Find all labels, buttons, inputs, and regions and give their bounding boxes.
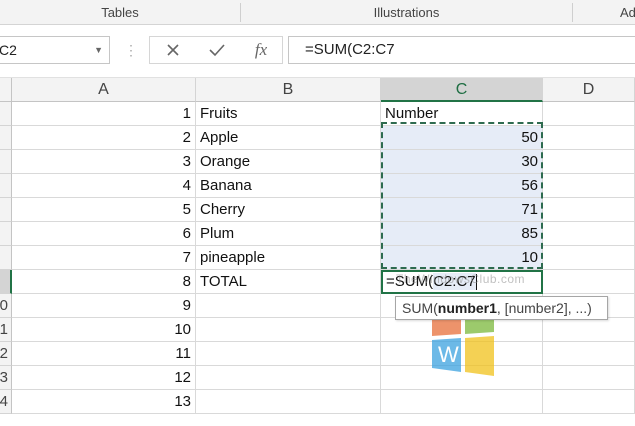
- cell-b[interactable]: [196, 318, 381, 342]
- row-header[interactable]: [0, 174, 12, 198]
- cell-a[interactable]: 8: [12, 270, 196, 294]
- cell-b[interactable]: Banana: [196, 174, 381, 198]
- cell-d[interactable]: [543, 318, 635, 342]
- cell-c[interactable]: 56: [381, 174, 543, 198]
- cell-c[interactable]: 30: [381, 150, 543, 174]
- formula-input[interactable]: =SUM(C2:C7: [288, 36, 635, 64]
- close-icon[interactable]: [156, 37, 190, 63]
- cell-a[interactable]: 13: [12, 390, 196, 414]
- cell-d[interactable]: [543, 102, 635, 126]
- cell-a[interactable]: 10: [12, 318, 196, 342]
- ribbon-group-labels: Tables Illustrations Ad: [0, 0, 635, 25]
- column-header-c[interactable]: C: [381, 78, 543, 102]
- row-header[interactable]: 3: [0, 366, 12, 390]
- drag-handle-icon[interactable]: ⋮: [124, 42, 138, 59]
- cell-a[interactable]: 12: [12, 366, 196, 390]
- row-header[interactable]: [0, 222, 12, 246]
- row-header[interactable]: 0: [0, 294, 12, 318]
- cell-d[interactable]: [543, 150, 635, 174]
- row-header[interactable]: [0, 126, 12, 150]
- cell-b[interactable]: [196, 366, 381, 390]
- cell-c[interactable]: 85: [381, 222, 543, 246]
- svg-text:W: W: [438, 342, 459, 367]
- row-header-label: 1: [0, 321, 8, 338]
- row-header-label: 3: [0, 369, 8, 386]
- cell-c[interactable]: 71: [381, 198, 543, 222]
- row-header[interactable]: 1: [0, 318, 12, 342]
- cell-a[interactable]: 5: [12, 198, 196, 222]
- cell-a[interactable]: 1: [12, 102, 196, 126]
- cell-c[interactable]: [381, 390, 543, 414]
- ribbon-group-illustrations: Illustrations: [373, 5, 440, 20]
- row-header[interactable]: [0, 150, 12, 174]
- cell-c[interactable]: 50: [381, 126, 543, 150]
- row-header[interactable]: [0, 198, 12, 222]
- row-header-label: 0: [0, 297, 8, 314]
- cell-d[interactable]: [543, 270, 635, 294]
- select-all-corner[interactable]: [0, 78, 12, 102]
- cell-b[interactable]: Orange: [196, 150, 381, 174]
- row-header[interactable]: [0, 246, 12, 270]
- row-header-label: 2: [0, 345, 8, 362]
- cell-d[interactable]: [543, 126, 635, 150]
- row-header[interactable]: [0, 270, 12, 294]
- cell-d[interactable]: [543, 366, 635, 390]
- name-box-value: C2: [0, 42, 17, 58]
- cell-b[interactable]: [196, 294, 381, 318]
- cell-a[interactable]: 9: [12, 294, 196, 318]
- row-header[interactable]: 2: [0, 342, 12, 366]
- check-icon[interactable]: [200, 37, 234, 63]
- cell-a[interactable]: 3: [12, 150, 196, 174]
- ribbon-separator: [572, 3, 573, 22]
- cell-d[interactable]: [543, 174, 635, 198]
- cell-d[interactable]: [543, 222, 635, 246]
- cell-b[interactable]: Fruits: [196, 102, 381, 126]
- cell-a[interactable]: 2: [12, 126, 196, 150]
- cell-d[interactable]: [543, 246, 635, 270]
- cell-a[interactable]: 4: [12, 174, 196, 198]
- formula-bar: C2 ▼ ⋮ fx =SUM(C2:C7: [0, 25, 635, 78]
- function-tooltip: SUM(number1, [number2], ...): [395, 296, 608, 320]
- ribbon-group-addins: Ad: [620, 5, 635, 20]
- cell-d[interactable]: [543, 198, 635, 222]
- tooltip-rest-args: , [number2], ...): [496, 300, 592, 316]
- cell-d[interactable]: [543, 342, 635, 366]
- cell-b[interactable]: [196, 390, 381, 414]
- cell-b[interactable]: TOTAL: [196, 270, 381, 294]
- cell-a[interactable]: 11: [12, 342, 196, 366]
- column-header-b[interactable]: B: [196, 78, 381, 102]
- column-header-a[interactable]: A: [12, 78, 196, 102]
- tooltip-current-arg: number1: [437, 300, 497, 316]
- cell-b[interactable]: Cherry: [196, 198, 381, 222]
- formula-buttons: fx: [149, 36, 283, 64]
- row-header-label: 4: [0, 393, 8, 410]
- cell-c[interactable]: 10: [381, 246, 543, 270]
- cell-a[interactable]: 6: [12, 222, 196, 246]
- cell-c[interactable]: Number: [381, 102, 543, 126]
- row-header[interactable]: [0, 102, 12, 126]
- ribbon-group-tables: Tables: [101, 5, 139, 20]
- row-header[interactable]: 4: [0, 390, 12, 414]
- tooltip-function: SUM(: [402, 300, 438, 316]
- cell-b[interactable]: [196, 342, 381, 366]
- cell-d[interactable]: [543, 390, 635, 414]
- insert-function-icon[interactable]: fx: [244, 37, 278, 63]
- chevron-down-icon[interactable]: ▼: [94, 37, 103, 63]
- cell-b[interactable]: pineapple: [196, 246, 381, 270]
- name-box[interactable]: C2 ▼: [0, 36, 110, 64]
- cell-a[interactable]: 7: [12, 246, 196, 270]
- watermark-text: TheWindowsClub.com: [396, 272, 526, 286]
- cell-b[interactable]: Plum: [196, 222, 381, 246]
- cell-b[interactable]: Apple: [196, 126, 381, 150]
- column-header-d[interactable]: D: [543, 78, 635, 102]
